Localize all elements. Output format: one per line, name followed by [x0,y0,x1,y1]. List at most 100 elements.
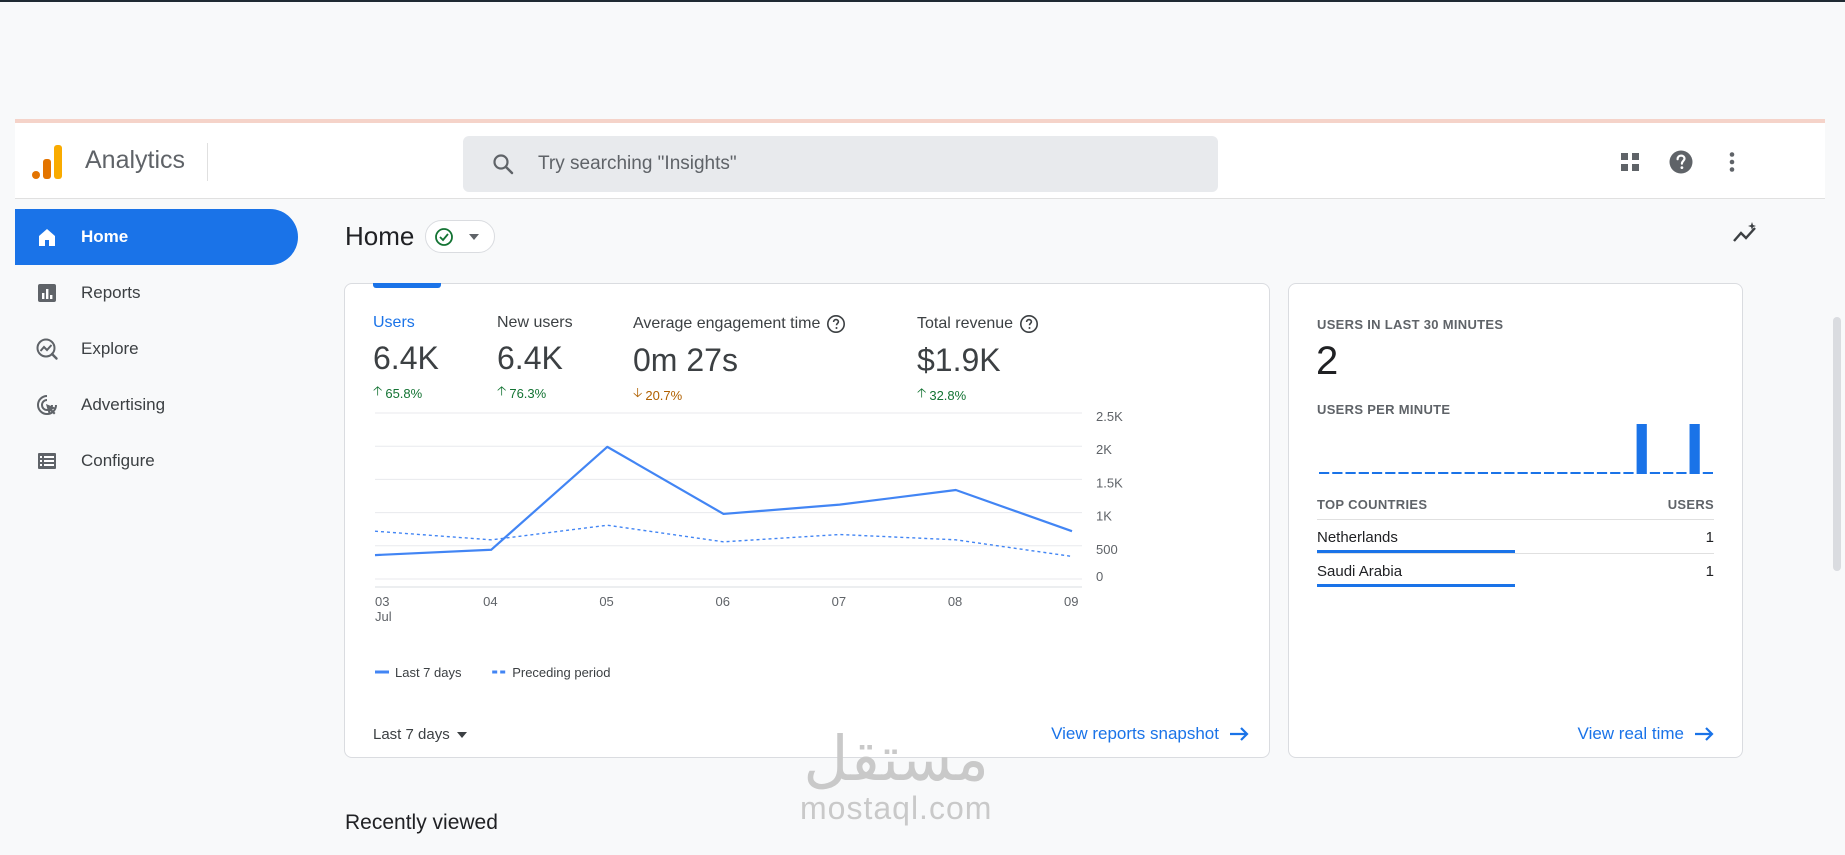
view-reports-snapshot-link[interactable]: View reports snapshot [1051,724,1249,744]
nav-label-home: Home [81,227,129,246]
check-circle-icon [435,228,453,246]
per-minute-bar [1557,472,1568,474]
overview-card: Users 6.4K 🡡 65.8% New users 6.4K 🡡 76.3% … [344,283,1270,758]
country-share-bar [1317,584,1515,587]
app-title[interactable]: Analytics [85,146,185,175]
per-minute-bar [1345,472,1356,474]
realtime-card: USERS IN LAST 30 MINUTES 2 USERS PER MIN… [1288,283,1743,758]
title-divider [207,143,208,181]
configure-icon [38,453,56,469]
view-reports-snapshot-label: View reports snapshot [1051,724,1219,743]
per-minute-bar [1623,472,1634,474]
users-per-minute-heading: USERS PER MINUTE [1317,402,1451,417]
per-minute-bar [1477,472,1489,474]
country-users: 1 [1705,529,1714,546]
per-minute-bar [1411,472,1422,474]
realtime-user-count: 2 [1316,339,1339,383]
users-per-minute-chart [1319,424,1713,474]
watermark-arabic: مستقل [803,722,989,795]
per-minute-bar [1332,472,1343,474]
x-tick-label: 03 [375,594,389,609]
nav-item-home[interactable]: Home [15,209,298,265]
per-minute-bar [1702,472,1713,474]
top-countries-heading: TOP COUNTRIES [1317,497,1428,512]
per-minute-bar [1424,472,1436,474]
per-minute-bar [1358,472,1369,474]
x-tick-label: 06 [716,594,730,609]
per-minute-bar [1464,472,1475,474]
per-minute-bar [1451,472,1462,474]
legend-label: Last 7 days [395,665,462,680]
country-users: 1 [1705,563,1714,580]
per-minute-bar [1583,472,1594,474]
per-minute-bar [1663,472,1674,474]
country-name: Saudi Arabia [1317,563,1403,580]
y-tick-label: 500 [1096,542,1118,557]
nav-item-advertising[interactable]: Advertising [15,377,298,433]
country-row[interactable]: Netherlands 1 [1317,519,1714,553]
y-tick-label: 2.5K [1096,409,1123,424]
per-minute-bar [1543,472,1555,474]
nav-item-explore[interactable]: Explore [15,321,298,377]
recently-viewed-heading: Recently viewed [345,811,498,834]
watermark-latin: mostaql.com [800,790,993,826]
per-minute-bar [1636,424,1647,474]
search-icon [493,154,514,175]
country-row[interactable]: Saudi Arabia 1 [1317,553,1714,587]
per-minute-bar [1398,472,1409,474]
x-tick-label: 08 [948,594,962,609]
per-minute-bar [1371,472,1383,474]
nav-label-advertising: Advertising [81,395,166,414]
more-vert-icon[interactable] [1719,149,1745,175]
per-minute-bar [1504,472,1515,474]
country-name: Netherlands [1317,529,1398,546]
y-tick-label: 0 [1096,569,1103,584]
status-dropdown[interactable] [425,220,495,253]
per-minute-bar [1689,424,1700,474]
per-minute-bar [1517,472,1528,474]
dropdown-arrow-icon [456,731,467,738]
search-bar[interactable] [463,136,1218,192]
nav-item-configure[interactable]: Configure [15,433,298,489]
y-tick-label: 1K [1096,509,1112,524]
search-input[interactable] [538,136,1198,192]
series-line-preceding-period [374,524,1073,558]
per-minute-bar [1676,472,1687,474]
y-tick-label: 1.5K [1096,475,1123,490]
home-icon [39,229,55,246]
window-top-border [0,0,1845,2]
page-scrollbar[interactable] [1833,317,1841,571]
per-minute-bar [1491,472,1502,474]
date-range-label: Last 7 days [373,726,450,743]
dropdown-arrow-icon [469,234,479,240]
nav-label-explore: Explore [81,339,139,358]
y-tick-label: 2K [1096,442,1112,457]
help-icon[interactable] [1668,149,1694,175]
x-tick-label: 07 [832,594,846,609]
legend-label: Preceding period [512,665,610,680]
nav-item-reports[interactable]: Reports [15,265,298,321]
users-column-heading: USERS [1667,497,1714,512]
per-minute-bar [1438,472,1449,474]
date-range-dropdown[interactable]: Last 7 days [373,726,468,743]
page-title: Home [345,221,415,251]
per-minute-bar [1530,472,1541,474]
nav-label-reports: Reports [81,283,141,302]
advertising-icon [37,395,57,415]
per-minute-bar [1385,472,1396,474]
per-minute-bar [1610,472,1621,474]
analytics-logo-icon[interactable] [32,145,64,179]
reports-icon [38,284,56,302]
view-real-time-link[interactable]: View real time [1578,724,1714,744]
arrow-forward-icon [1230,727,1249,741]
insights-icon[interactable] [1730,219,1760,249]
apps-grid-icon[interactable] [1617,149,1643,175]
explore-icon [36,338,58,360]
x-tick-label: 09 [1064,594,1078,609]
x-tick-label: 05 [599,594,613,609]
per-minute-bar [1570,472,1581,474]
mostaql-watermark: مستقل mostaql.com [800,728,992,827]
users-line-chart: 2.5K 2K 1.5K 1K 500 0 03 04 05 06 07 08 09 Jul Last 7 … [374,409,1123,680]
top-app-bar: Analytics [15,123,1825,199]
arrow-forward-icon [1695,727,1714,741]
